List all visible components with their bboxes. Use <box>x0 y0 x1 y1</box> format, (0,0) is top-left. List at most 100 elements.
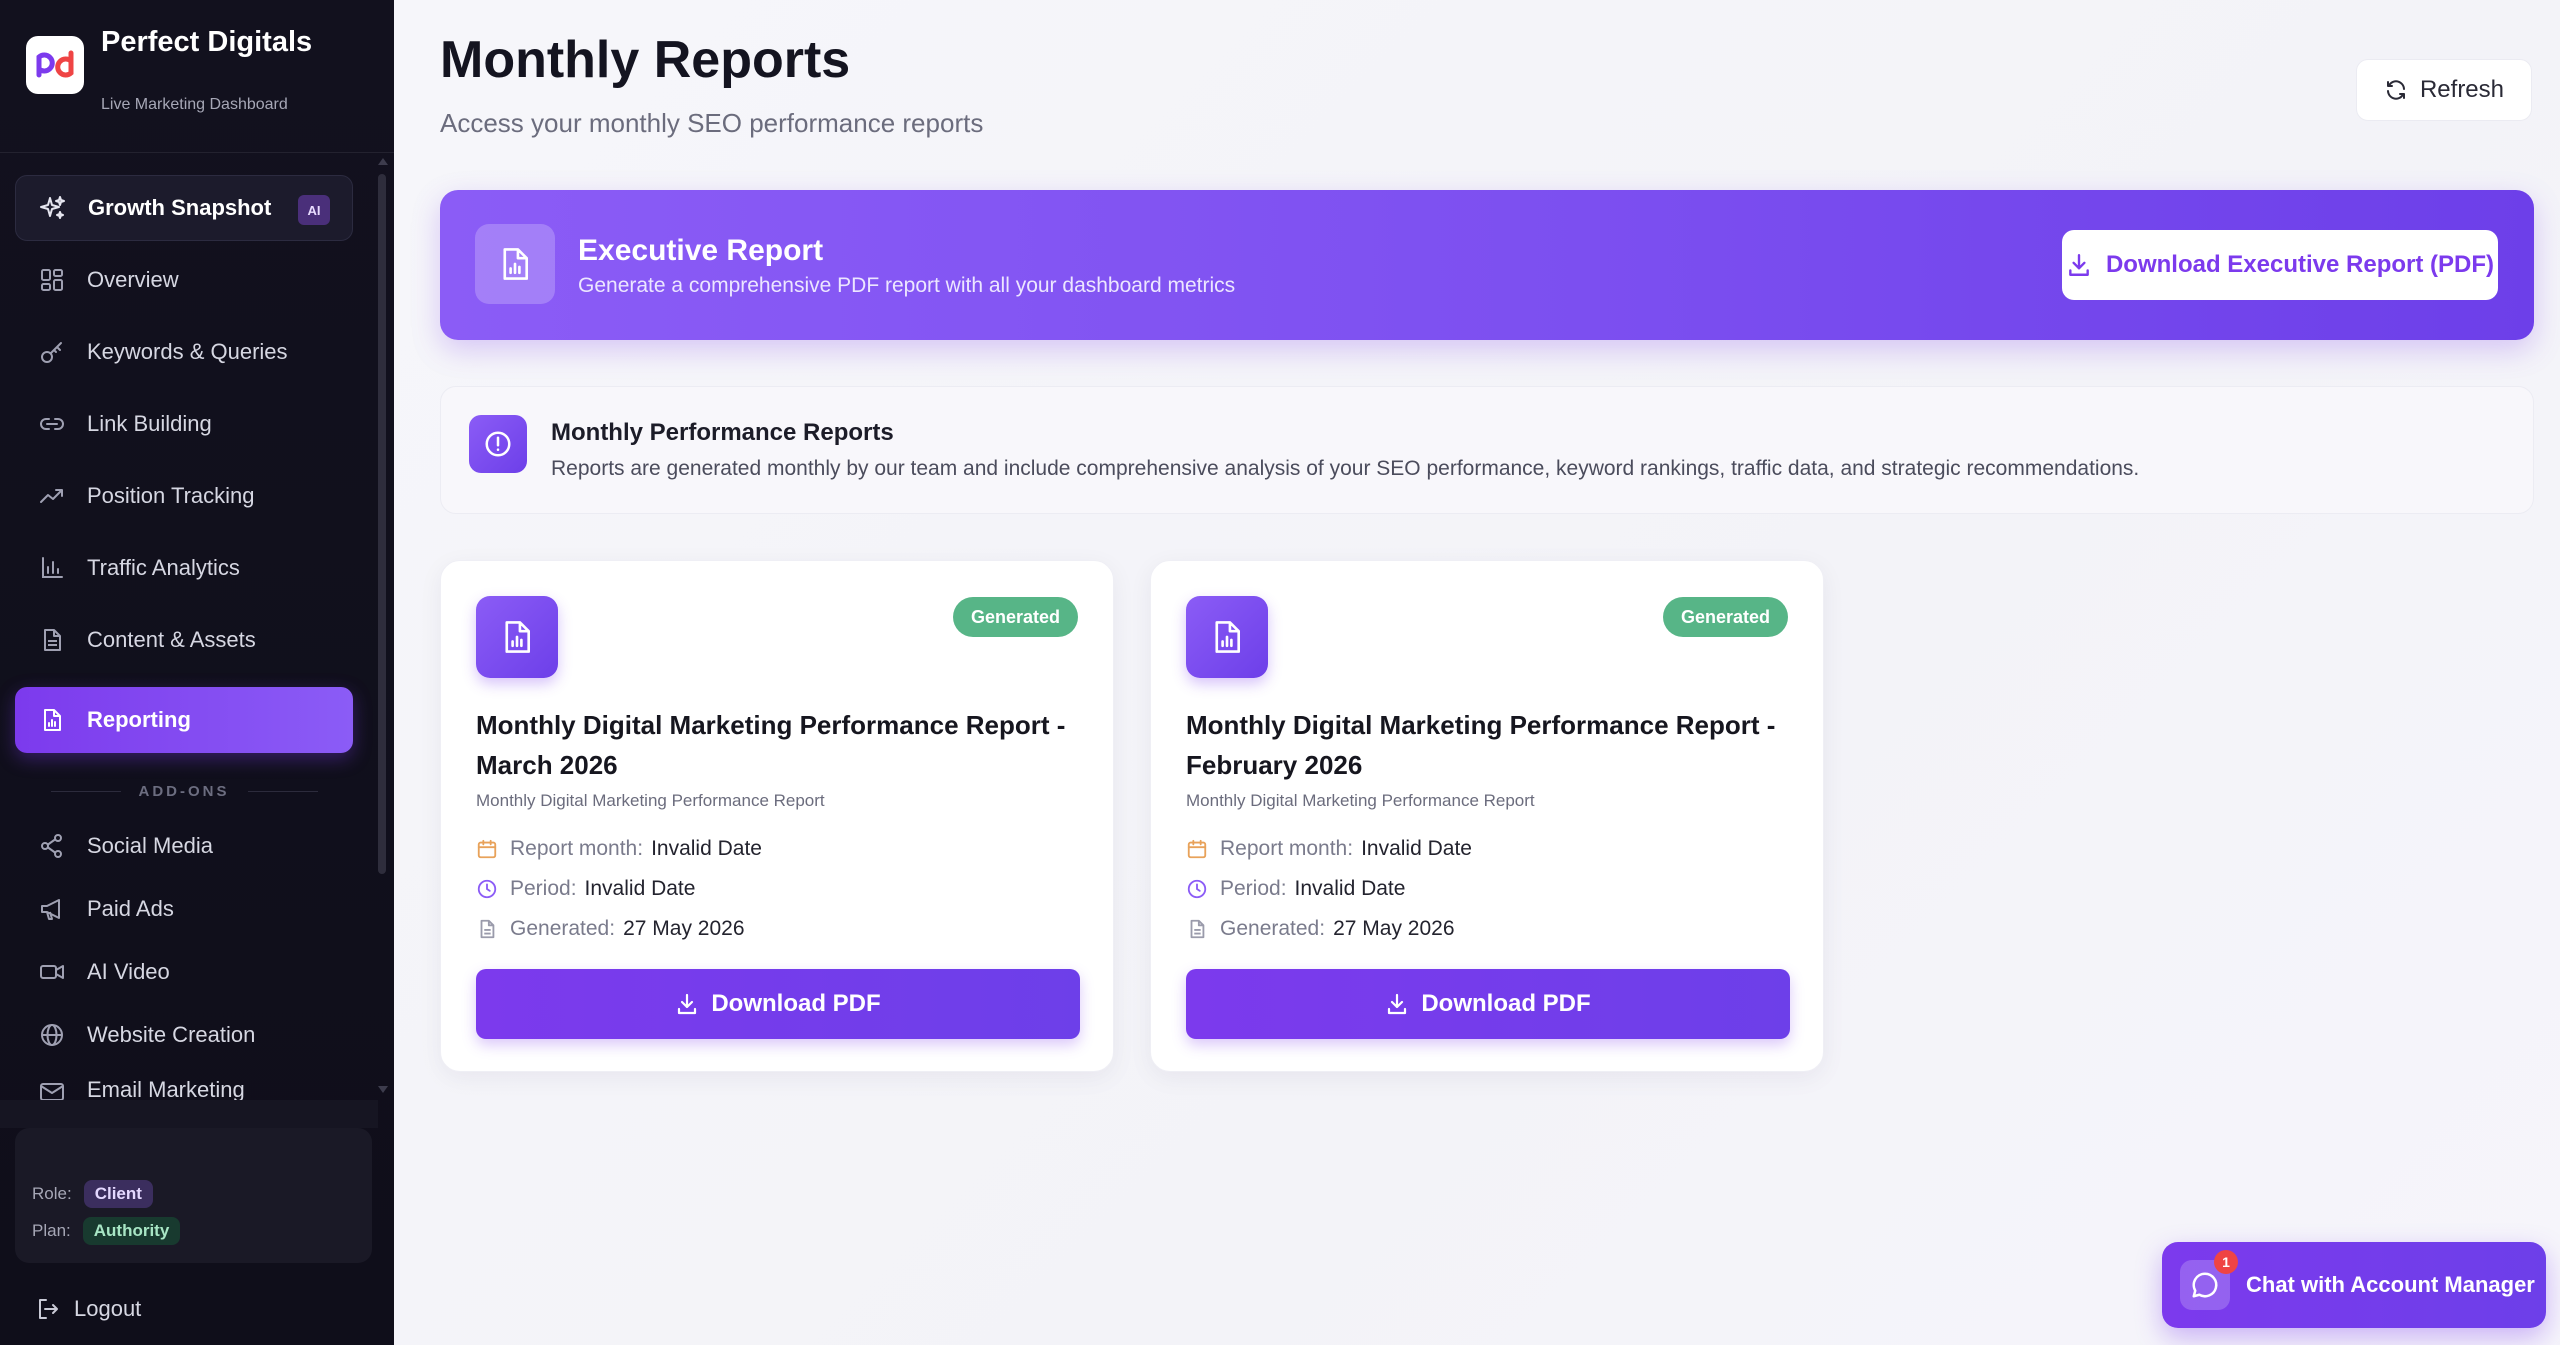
clock-icon <box>1186 878 1208 900</box>
plan-label: Plan: <box>32 1221 71 1240</box>
notification-count-badge: 1 <box>2214 1250 2238 1274</box>
sidebar-item-social-media[interactable]: Social Media <box>15 813 353 879</box>
info-title: Monthly Performance Reports <box>551 419 894 446</box>
generated-row: Generated: 27 May 2026 <box>476 917 745 941</box>
sidebar-item-position-tracking[interactable]: Position Tracking <box>15 463 353 529</box>
download-icon <box>1385 992 1409 1016</box>
period-row: Period: Invalid Date <box>1186 877 1405 901</box>
download-pdf-label: Download PDF <box>711 990 881 1017</box>
account-info: Role: Client Plan: Authority <box>15 1128 372 1263</box>
generated-label: Generated: <box>510 917 616 940</box>
period-value: Invalid Date <box>1294 877 1406 900</box>
video-icon <box>37 957 67 987</box>
megaphone-icon <box>37 894 67 924</box>
plan-row: Plan: Authority <box>32 1217 181 1245</box>
period-label: Period: <box>510 877 577 900</box>
logout-icon <box>36 1297 60 1321</box>
report-card: Generated Monthly Digital Marketing Perf… <box>1150 560 1824 1072</box>
sidebar-divider <box>0 152 394 153</box>
download-pdf-label: Download PDF <box>1421 990 1591 1017</box>
download-pdf-button[interactable]: Download PDF <box>476 969 1080 1039</box>
bar-chart-icon <box>37 553 67 583</box>
logout-button[interactable]: Logout <box>36 1296 141 1322</box>
sidebar-scrollbar[interactable] <box>378 158 388 1098</box>
scroll-down-arrow-icon[interactable] <box>378 1086 388 1093</box>
sidebar-item-website-creation[interactable]: Website Creation <box>15 1002 353 1068</box>
sidebar-item-ai-video[interactable]: AI Video <box>15 939 353 1005</box>
download-icon <box>675 992 699 1016</box>
brand-name: Perfect Digitals <box>101 26 313 58</box>
grid-icon <box>37 265 67 295</box>
chat-with-account-manager-button[interactable]: 1 Chat with Account Manager <box>2162 1242 2546 1328</box>
brand-logo[interactable] <box>26 36 84 94</box>
sidebar: Perfect Digitals Live Marketing Dashboar… <box>0 0 394 1345</box>
sidebar-item-label: AI Video <box>87 959 170 984</box>
report-subtitle: Monthly Digital Marketing Performance Re… <box>1186 791 1535 810</box>
share-icon <box>37 831 67 861</box>
main-content: Monthly Reports Access your monthly SEO … <box>394 0 2560 1345</box>
sidebar-item-label: Website Creation <box>87 1022 256 1047</box>
status-badge: Generated <box>1662 597 1788 637</box>
trending-up-icon <box>37 481 67 511</box>
report-month-label: Report month: <box>510 837 644 860</box>
role-badge: Client <box>83 1180 153 1208</box>
sidebar-item-label: Social Media <box>87 833 213 858</box>
report-icon <box>37 705 67 735</box>
sidebar-item-label: Keywords & Queries <box>87 339 288 364</box>
scroll-up-arrow-icon[interactable] <box>378 158 388 165</box>
report-icon <box>475 224 555 304</box>
download-executive-report-button[interactable]: Download Executive Report (PDF) <box>2062 230 2498 300</box>
refresh-button[interactable]: Refresh <box>2356 59 2532 121</box>
info-text: Reports are generated monthly by our tea… <box>551 457 2140 480</box>
status-badge: Generated <box>952 597 1078 637</box>
sidebar-item-label: Growth Snapshot <box>88 195 272 220</box>
report-month-row: Report month: Invalid Date <box>476 837 762 861</box>
report-month-value: Invalid Date <box>651 837 762 860</box>
document-icon <box>37 625 67 655</box>
sparkles-icon <box>38 193 68 223</box>
report-month-label: Report month: <box>1220 837 1354 860</box>
report-card: Generated Monthly Digital Marketing Perf… <box>440 560 1114 1072</box>
sidebar-item-label: Paid Ads <box>87 896 174 921</box>
generated-value: 27 May 2026 <box>1333 917 1455 940</box>
executive-report-banner: Executive Report Generate a comprehensiv… <box>440 190 2534 340</box>
page-subtitle: Access your monthly SEO performance repo… <box>440 108 984 138</box>
sidebar-item-label: Position Tracking <box>87 483 255 508</box>
generated-row: Generated: 27 May 2026 <box>1186 917 1455 941</box>
executive-report-title: Executive Report <box>578 234 824 267</box>
download-icon <box>2066 252 2092 278</box>
report-month-row: Report month: Invalid Date <box>1186 837 1472 861</box>
file-icon <box>1186 918 1208 940</box>
logout-label: Logout <box>74 1296 142 1321</box>
sidebar-item-reporting[interactable]: Reporting <box>15 687 353 753</box>
key-icon <box>37 337 67 367</box>
role-label: Role: <box>32 1184 72 1203</box>
period-value: Invalid Date <box>584 877 696 900</box>
sidebar-item-growth-snapshot[interactable]: Growth Snapshot AI <box>15 175 353 241</box>
executive-report-subtitle: Generate a comprehensive PDF report with… <box>578 274 1236 297</box>
period-label: Period: <box>1220 877 1287 900</box>
sidebar-item-label: Traffic Analytics <box>87 555 240 580</box>
sidebar-item-link-building[interactable]: Link Building <box>15 391 353 457</box>
link-icon <box>37 409 67 439</box>
sidebar-item-keywords[interactable]: Keywords & Queries <box>15 319 353 385</box>
report-icon <box>1186 596 1268 678</box>
calendar-icon <box>476 838 498 860</box>
report-subtitle: Monthly Digital Marketing Performance Re… <box>476 791 825 810</box>
sidebar-item-label: Link Building <box>87 411 212 436</box>
sidebar-scroll-thumb[interactable] <box>378 174 386 874</box>
report-title: Monthly Digital Marketing Performance Re… <box>1186 710 1776 780</box>
ai-badge: AI <box>298 195 330 225</box>
role-row: Role: Client <box>32 1180 153 1208</box>
period-row: Period: Invalid Date <box>476 877 695 901</box>
report-month-value: Invalid Date <box>1361 837 1472 860</box>
plan-badge: Authority <box>82 1217 181 1245</box>
sidebar-item-paid-ads[interactable]: Paid Ads <box>15 876 353 942</box>
page-title: Monthly Reports <box>440 31 851 89</box>
sidebar-item-overview[interactable]: Overview <box>15 247 353 313</box>
sidebar-item-traffic-analytics[interactable]: Traffic Analytics <box>15 535 353 601</box>
chat-label: Chat with Account Manager <box>2246 1272 2535 1297</box>
brand-subtitle: Live Marketing Dashboard <box>101 96 288 113</box>
download-pdf-button[interactable]: Download PDF <box>1186 969 1790 1039</box>
sidebar-item-content-assets[interactable]: Content & Assets <box>15 607 353 673</box>
